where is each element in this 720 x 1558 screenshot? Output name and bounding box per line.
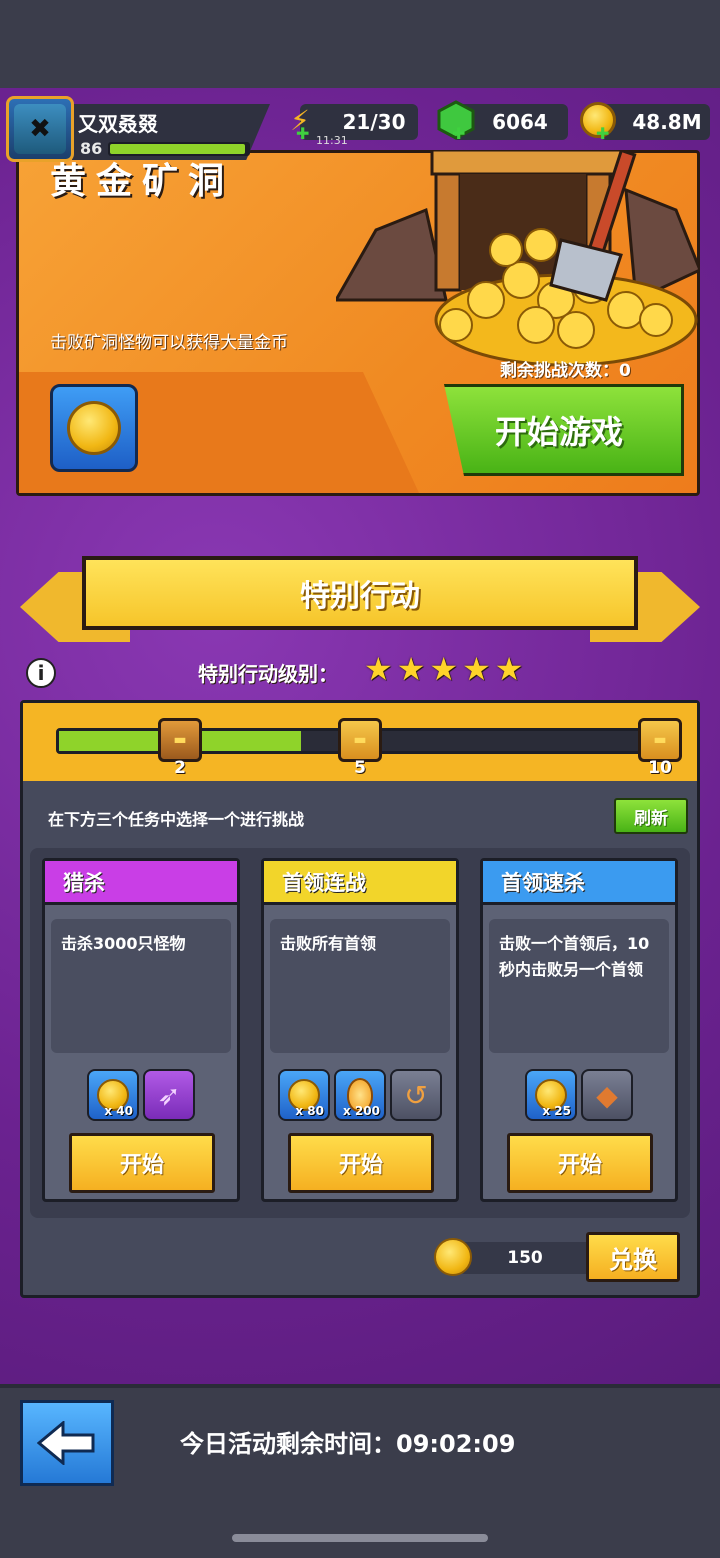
home-indicator[interactable] (232, 1534, 488, 1542)
task-title: 首领速杀 (483, 861, 675, 905)
chest-icon[interactable]: ▬ (638, 718, 682, 762)
star-icon: ★ (396, 650, 426, 688)
refresh-button[interactable]: 刷新 (614, 798, 688, 834)
start-button[interactable]: 开始 (507, 1133, 653, 1193)
star-icon: ★ (364, 650, 393, 688)
level-stars: ★ ★ ★ ★ ★ (364, 650, 523, 688)
task-description: 击杀3000只怪物 (51, 919, 231, 1053)
reward-row: x 25 ◆ (483, 1069, 675, 1121)
flame-icon[interactable]: x 200 (334, 1069, 386, 1121)
info-icon[interactable]: i (26, 658, 56, 688)
event-timer: 今日活动剩余时间：09:02:09 (180, 1430, 516, 1458)
energy-timer: 11:31 (316, 134, 348, 147)
special-action-banner: 特别行动 (82, 556, 638, 630)
player-level: 86 (80, 139, 103, 158)
reward-qty: x 40 (104, 1104, 133, 1118)
add-energy-icon[interactable]: ✚ (296, 124, 309, 143)
armor-icon[interactable]: ◆ (581, 1069, 633, 1121)
back-button[interactable] (20, 1400, 114, 1486)
task-title: 猎杀 (45, 861, 237, 905)
exchange-balance: 150 (460, 1242, 590, 1274)
remaining-attempts: 剩余挑战次数：0 (500, 361, 631, 381)
back-arrow-icon (37, 1421, 95, 1465)
coin-icon[interactable]: x 25 (525, 1069, 577, 1121)
milestone-label: 10 (648, 758, 672, 778)
start-button[interactable]: 开始 (69, 1133, 215, 1193)
milestone-label: 5 (354, 758, 366, 778)
reward-qty: x 200 (343, 1104, 380, 1118)
reward-row: x 40 ➶ (45, 1069, 237, 1121)
exchange-button[interactable]: 兑换 (586, 1232, 680, 1282)
milestone-label: 2 (174, 758, 186, 778)
coin-icon[interactable]: x 40 (87, 1069, 139, 1121)
task-card-boss-rush: 首领连战 击败所有首领 x 80 x 200 ↺ 开始 (261, 858, 459, 1202)
task-description: 击败一个首领后，10秒内击败另一个首领 (489, 919, 669, 1053)
add-gold-icon[interactable]: ✚ (596, 124, 609, 143)
special-level-label: 特别行动级别： (198, 662, 338, 686)
task-instruction: 在下方三个任务中选择一个进行挑战 (48, 810, 305, 829)
status-bar (0, 0, 720, 88)
chest-icon[interactable]: ▬ (338, 718, 382, 762)
gold-value: 48.8M (632, 110, 702, 134)
xp-bar-fill (110, 144, 245, 154)
reward-row: x 80 x 200 ↺ (264, 1069, 456, 1121)
start-game-button[interactable]: 开始游戏 (444, 384, 684, 476)
coin-icon[interactable]: x 80 (278, 1069, 330, 1121)
task-card-hunt: 猎杀 击杀3000只怪物 x 40 ➶ 开始 (42, 858, 240, 1202)
task-title: 首领连战 (264, 861, 456, 905)
player-name: 又双叒叕 (78, 112, 158, 136)
task-description: 击败所有首领 (270, 919, 450, 1053)
star-icon: ★ (494, 650, 524, 688)
task-card-boss-speedkill: 首领速杀 击败一个首领后，10秒内击败另一个首领 x 25 ◆ 开始 (480, 858, 678, 1202)
gold-coin-icon (50, 384, 138, 472)
boomerang-icon[interactable]: ↺ (390, 1069, 442, 1121)
start-button[interactable]: 开始 (288, 1133, 434, 1193)
token-coin-icon (434, 1238, 472, 1276)
star-icon: ★ (429, 650, 459, 688)
energy-value: 21/30 (342, 110, 406, 134)
mine-illustration (336, 150, 700, 367)
chest-icon[interactable]: ▬ (158, 718, 202, 762)
star-icon: ★ (462, 650, 491, 688)
add-gems-icon[interactable]: ✚ (452, 124, 465, 143)
gold-pill[interactable]: 48.8M (600, 104, 710, 140)
mine-description: 击败矿洞怪物可以获得大量金币 (50, 333, 288, 353)
gems-value: 6064 (492, 110, 548, 134)
kunai-icon[interactable]: ➶ (143, 1069, 195, 1121)
reward-qty: x 25 (542, 1104, 571, 1118)
reward-qty: x 80 (295, 1104, 324, 1118)
avatar-portrait-icon: ✖ (14, 104, 66, 154)
